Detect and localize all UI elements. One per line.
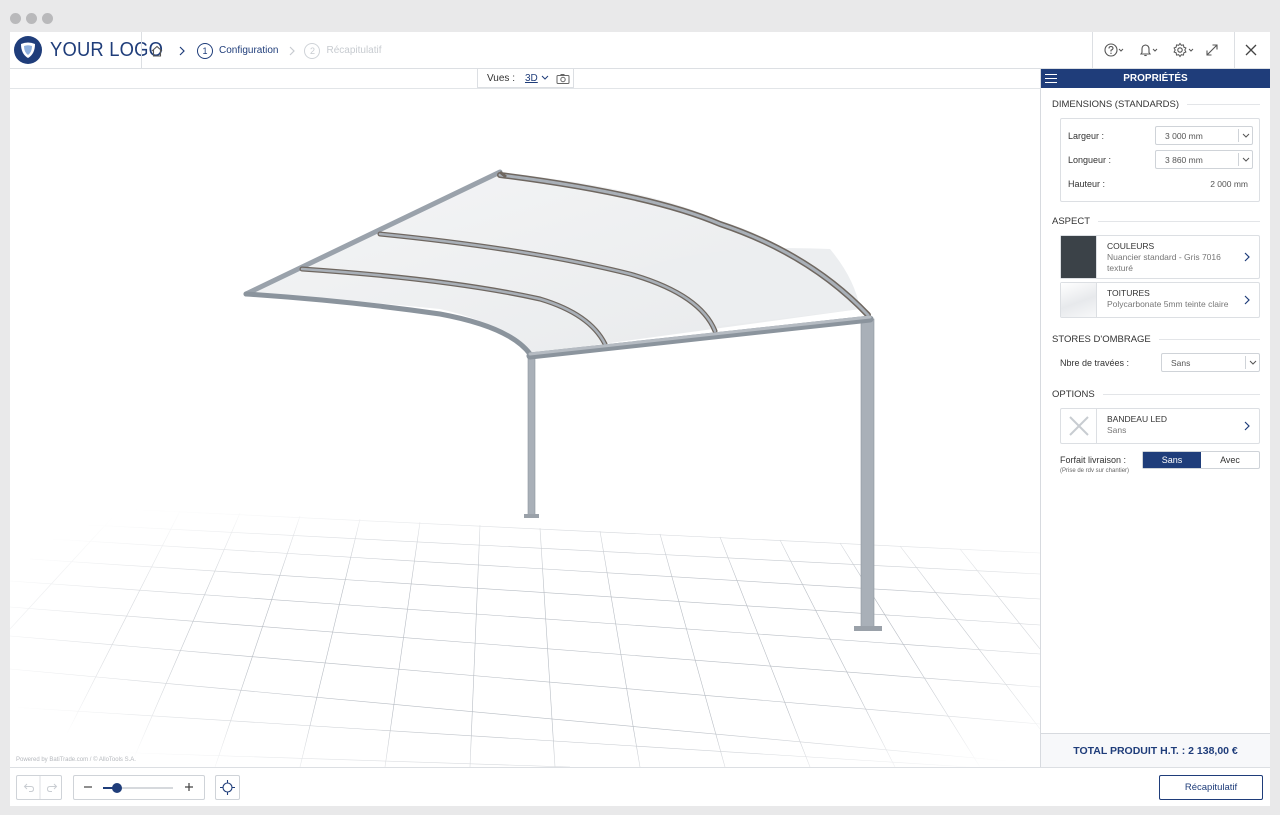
window-dot bbox=[10, 13, 21, 24]
powered-by: Powered by BatiTrade.com / © AlloTools S… bbox=[16, 757, 136, 763]
bell-icon[interactable] bbox=[1138, 40, 1160, 60]
bays-value: Sans bbox=[1171, 357, 1191, 368]
card-subtitle: Nuancier standard - Gris 7016 texturé bbox=[1107, 252, 1221, 273]
color-swatch bbox=[1061, 236, 1097, 278]
roofs-card[interactable]: TOITURES Polycarbonate 5mm teinte claire bbox=[1060, 282, 1260, 318]
expand-icon[interactable] bbox=[1205, 40, 1219, 60]
close-icon[interactable] bbox=[1244, 40, 1258, 60]
3d-viewer[interactable]: Vues : 3D Powered by BatiTrade.com / © A… bbox=[10, 69, 1040, 767]
section-aspect: ASPECT bbox=[1052, 216, 1260, 227]
height-label: Hauteur : bbox=[1068, 179, 1106, 189]
card-title: TOITURES bbox=[1107, 288, 1150, 298]
width-label: Largeur : bbox=[1068, 131, 1105, 141]
section-shades: STORES D'OMBRAGE bbox=[1052, 334, 1260, 345]
app-window: YOUR LOGO 1 Configuration 2 Récapitulati… bbox=[10, 32, 1270, 806]
delivery-note: (Prise de rdv sur chantier) bbox=[1060, 468, 1130, 474]
window-dot bbox=[42, 13, 53, 24]
home-icon[interactable] bbox=[150, 44, 164, 58]
colors-card[interactable]: COULEURS Nuancier standard - Gris 7016 t… bbox=[1060, 235, 1260, 279]
chevron-right-icon bbox=[1244, 252, 1250, 262]
recap-button[interactable]: Récapitulatif bbox=[1159, 775, 1263, 800]
chevron-right-icon bbox=[290, 46, 296, 55]
bays-label: Nbre de travées : bbox=[1060, 358, 1130, 368]
properties-panel: PROPRIÉTÉS DIMENSIONS (STANDARDS) Largeu… bbox=[1040, 69, 1270, 767]
step-number: 1 bbox=[197, 42, 213, 59]
logo-shield-icon bbox=[14, 36, 42, 64]
roof-thumbnail bbox=[1061, 283, 1097, 317]
bottom-bar: Récapitulatif bbox=[10, 767, 1270, 806]
divider bbox=[1092, 32, 1093, 69]
card-subtitle: Polycarbonate 5mm teinte claire bbox=[1107, 299, 1229, 309]
panel-header: PROPRIÉTÉS bbox=[1041, 69, 1270, 88]
zoom-out-icon[interactable] bbox=[83, 782, 93, 792]
zoom-in-icon[interactable] bbox=[184, 782, 194, 792]
chevron-right-icon bbox=[1244, 295, 1250, 305]
dimensions-box: Largeur : 3 000 mm Longueur : 3 860 mm H… bbox=[1060, 118, 1260, 202]
undo-icon[interactable] bbox=[23, 782, 35, 793]
length-label: Longueur : bbox=[1068, 155, 1112, 165]
section-options: OPTIONS bbox=[1052, 389, 1260, 400]
chevron-down-icon bbox=[1238, 153, 1252, 166]
bays-select[interactable]: Sans bbox=[1161, 353, 1260, 372]
delivery-option-sans[interactable]: Sans bbox=[1143, 452, 1201, 468]
height-value: 2 000 mm bbox=[1210, 179, 1248, 189]
card-subtitle: Sans bbox=[1107, 425, 1127, 435]
tab-configuration[interactable]: Configuration bbox=[219, 45, 278, 56]
delivery-label: Forfait livraison : bbox=[1060, 455, 1127, 465]
led-card[interactable]: BANDEAU LED Sans bbox=[1060, 408, 1260, 444]
length-select[interactable]: 3 860 mm bbox=[1155, 150, 1253, 169]
width-select[interactable]: 3 000 mm bbox=[1155, 126, 1253, 145]
chevron-right-icon bbox=[179, 46, 185, 55]
menu-icon[interactable] bbox=[1045, 74, 1057, 83]
divider bbox=[141, 32, 142, 69]
chevron-down-icon bbox=[1238, 129, 1252, 142]
section-title: ASPECT bbox=[1052, 216, 1091, 227]
section-title: OPTIONS bbox=[1052, 389, 1095, 400]
help-icon[interactable] bbox=[1104, 40, 1126, 60]
divider bbox=[1234, 32, 1235, 69]
none-icon bbox=[1061, 409, 1097, 443]
breadcrumb: 1 Configuration 2 Récapitulatif bbox=[150, 32, 382, 69]
tab-recapitulatif[interactable]: Récapitulatif bbox=[326, 45, 381, 56]
delivery-option-avec[interactable]: Avec bbox=[1201, 452, 1259, 468]
card-title: COULEURS bbox=[1107, 241, 1155, 251]
redo-icon[interactable] bbox=[46, 782, 58, 793]
window-chrome bbox=[0, 0, 1280, 32]
panel-title: PROPRIÉTÉS bbox=[1123, 73, 1188, 84]
step-number: 2 bbox=[304, 42, 321, 59]
gear-icon[interactable] bbox=[1172, 40, 1196, 60]
target-icon bbox=[220, 780, 235, 795]
logo[interactable]: YOUR LOGO bbox=[13, 35, 173, 65]
section-title: DIMENSIONS (STANDARDS) bbox=[1052, 99, 1180, 110]
width-value: 3 000 mm bbox=[1165, 130, 1203, 141]
total-price: TOTAL PRODUIT H.T. : 2 138,00 € bbox=[1041, 733, 1270, 767]
length-value: 3 860 mm bbox=[1165, 154, 1203, 165]
section-dimensions: DIMENSIONS (STANDARDS) bbox=[1052, 99, 1260, 110]
window-dot bbox=[26, 13, 37, 24]
logo-text: YOUR LOGO bbox=[50, 38, 164, 61]
recenter-button[interactable] bbox=[215, 775, 240, 800]
delivery-toggle: Sans Avec bbox=[1142, 451, 1260, 469]
card-title: BANDEAU LED bbox=[1107, 414, 1167, 424]
chevron-down-icon bbox=[1245, 356, 1259, 369]
zoom-slider-handle[interactable] bbox=[112, 783, 122, 793]
zoom-track bbox=[103, 783, 173, 793]
section-title: STORES D'OMBRAGE bbox=[1052, 334, 1151, 345]
chevron-right-icon bbox=[1244, 421, 1250, 431]
pergola-model bbox=[10, 169, 1040, 767]
top-bar: YOUR LOGO 1 Configuration 2 Récapitulati… bbox=[10, 32, 1270, 69]
